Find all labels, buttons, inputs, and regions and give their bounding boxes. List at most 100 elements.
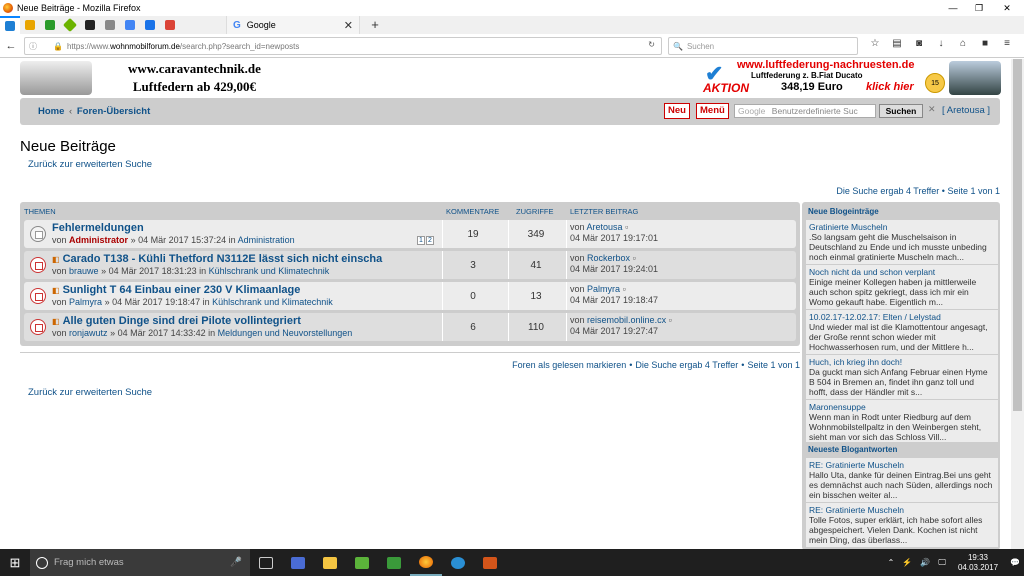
downloads-icon[interactable]: ↓ [930,38,952,49]
browser-search-input[interactable]: 🔍 Suchen [668,37,858,55]
new-tab-button[interactable]: + [366,16,384,34]
blog-entry-title[interactable]: Gratinierte Muscheln [809,222,995,232]
topic-forum[interactable]: Meldungen und Neuvorstellungen [218,328,353,338]
cortana-icon [36,556,48,569]
back-to-advanced-search-link[interactable]: Zurück zur erweiterten Suche [28,159,152,170]
pocket-icon[interactable]: ◙ [908,38,930,49]
blog-entry[interactable]: 10.02.17-12.02.17: Elten / Lelystad Und w… [806,310,998,354]
back-to-advanced-search-link-bottom[interactable]: Zurück zur erweiterten Suche [28,387,152,398]
mark-forums-read-link[interactable]: Foren als gelesen markieren [512,360,626,370]
table-row[interactable]: ◧ Carado T138 - Kühli Thetford N3112E läs… [24,251,796,279]
bookmark-star-icon[interactable]: ☆ [864,38,886,49]
topic-title[interactable]: Alle guten Dinge sind drei Pilote vollin… [63,315,301,327]
topic-author[interactable]: brauwe [69,266,99,276]
volume-icon[interactable]: 🔊 [920,558,930,567]
pinned-tab-7[interactable] [120,16,140,34]
table-row[interactable]: ◧ Sunlight T 64 Einbau einer 230 V Klimaa… [24,282,796,310]
blog-answer[interactable]: RE: Gratinierte Muscheln Tolle Fotos, sup… [806,503,998,547]
pinned-tab-9[interactable] [160,16,180,34]
blog-answer-title[interactable]: RE: Gratinierte Muscheln [809,505,995,515]
blog-entry-title[interactable]: Noch nicht da und schon verplant [809,267,995,277]
pinned-tab-4[interactable] [60,16,80,34]
topic-forum[interactable]: Kühlschrank und Klimatechnik [209,266,330,276]
search-submit-button[interactable]: Suchen [879,104,923,118]
blog-entry[interactable]: Huch, ich krieg ihn doch! Da guckt man si… [806,355,998,399]
last-post-author[interactable]: reisemobil.online.cx [587,315,666,325]
taskbar-app-7[interactable] [474,549,506,576]
pinned-tab-5[interactable] [80,16,100,34]
battery-icon[interactable]: ⚡ [902,558,912,567]
topic-author[interactable]: Palmyra [69,297,102,307]
taskbar-app-3[interactable] [346,549,378,576]
cortana-search-input[interactable]: Frag mich etwas 🎤 [30,549,250,576]
page-link[interactable]: 2 [426,236,434,245]
clock[interactable]: 19:33 04.03.2017 [958,553,998,573]
blog-answer[interactable]: RE: Gratinierte Muscheln Hallo Uta, danke… [806,458,998,502]
blog-entry-title[interactable]: Huch, ich krieg ihn doch! [809,357,995,367]
task-view-button[interactable] [250,549,282,576]
google-custom-search-input[interactable]: Google Benutzerdefinierte Suc [734,104,876,118]
ad-caravantechnik[interactable]: www.caravantechnik.de Luftfedern ab 429,… [20,59,310,97]
taskbar-app-6[interactable] [442,549,474,576]
taskbar-explorer[interactable] [314,549,346,576]
home-icon[interactable]: ⌂ [952,38,974,49]
url-text[interactable]: https://www.wohnmobilforum.de/search.php… [67,42,299,51]
blog-entry[interactable]: Maronensuppe Wenn man in Rodt unter Riedb… [806,400,998,442]
topic-title[interactable]: Sunlight T 64 Einbau einer 230 V Klimaan… [63,284,301,296]
close-window-button[interactable]: ✕ [994,0,1020,16]
page-scrollbar[interactable] [1011,59,1024,549]
microphone-icon[interactable]: 🎤 [230,557,242,568]
user-link[interactable]: [ Aretousa ] [942,105,990,116]
maximize-button[interactable]: ❐ [966,0,992,16]
topic-title[interactable]: Fehlermeldungen [52,222,144,234]
info-icon[interactable]: ⓘ [25,41,53,52]
network-icon[interactable]: 🖵 [938,558,946,568]
action-center-icon[interactable]: 💬 [1010,558,1020,567]
topic-author[interactable]: ronjawutz [69,328,108,338]
topic-title[interactable]: Carado T138 - Kühli Thetford N3112E läss… [63,253,383,265]
taskbar-app-1[interactable] [282,549,314,576]
blog-entry-title[interactable]: Maronensuppe [809,402,995,412]
table-row[interactable]: ◧ Alle guten Dinge sind drei Pilote volli… [24,313,796,341]
last-post-author[interactable]: Aretousa [587,222,623,232]
home-link[interactable]: Home [38,106,64,117]
close-tab-icon[interactable]: ✕ [344,19,353,32]
minimize-button[interactable]: — [940,0,966,16]
reading-list-icon[interactable]: ▤ [886,38,908,49]
new-post-icon[interactable]: ◧ [52,317,60,326]
pinned-tab-6[interactable] [100,16,120,34]
blog-entry-title[interactable]: 10.02.17-12.02.17: Elten / Lelystad [809,312,995,322]
pinned-tab-forum[interactable] [0,16,20,34]
ad-luftfederung[interactable]: ✔ www.luftfederung-nachruesten.de Luftfe… [703,59,1001,97]
back-button[interactable]: ← [0,40,22,52]
topic-author[interactable]: Administrator [69,235,128,245]
pinned-tab-8[interactable] [140,16,160,34]
foren-uebersicht-link[interactable]: Foren-Übersicht [77,106,150,117]
last-post-author[interactable]: Palmyra [587,284,620,294]
tab-google[interactable]: G Google ✕ [226,16,360,34]
url-bar[interactable]: ⓘ 🔒 https://www.wohnmobilforum.de/search… [24,37,662,55]
last-post-author[interactable]: Rockerbox [587,253,630,263]
new-post-icon[interactable]: ◧ [52,255,60,264]
blog-entry[interactable]: Noch nicht da und schon verplant Einige m… [806,265,998,309]
clear-search-icon[interactable]: ✕ [928,104,936,115]
amazon-icon[interactable]: ■ [974,38,996,49]
topic-forum[interactable]: Kühlschrank und Klimatechnik [212,297,333,307]
taskbar-app-4[interactable] [378,549,410,576]
pinned-tab-2[interactable] [20,16,40,34]
start-button[interactable]: ⊞ [0,555,30,571]
taskbar-firefox[interactable] [410,549,442,576]
table-row[interactable]: Fehlermeldungen von Administrator » 04 M… [24,220,796,248]
pinned-tab-3[interactable] [40,16,60,34]
menu-icon[interactable]: ≡ [996,38,1018,49]
menu-button[interactable]: Menü [696,103,729,119]
scrollbar-thumb[interactable] [1013,59,1022,411]
reload-icon[interactable]: ↻ [648,40,655,49]
new-post-icon[interactable]: ◧ [52,286,60,295]
new-button[interactable]: Neu [664,103,690,119]
blog-entry[interactable]: Gratinierte Muscheln .So langsam geht die… [806,220,998,264]
blog-answer-title[interactable]: RE: Gratinierte Muscheln [809,460,995,470]
tray-expand-icon[interactable]: ⌃ [888,558,895,567]
topic-forum[interactable]: Administration [238,235,295,245]
page-link[interactable]: 1 [417,236,425,245]
